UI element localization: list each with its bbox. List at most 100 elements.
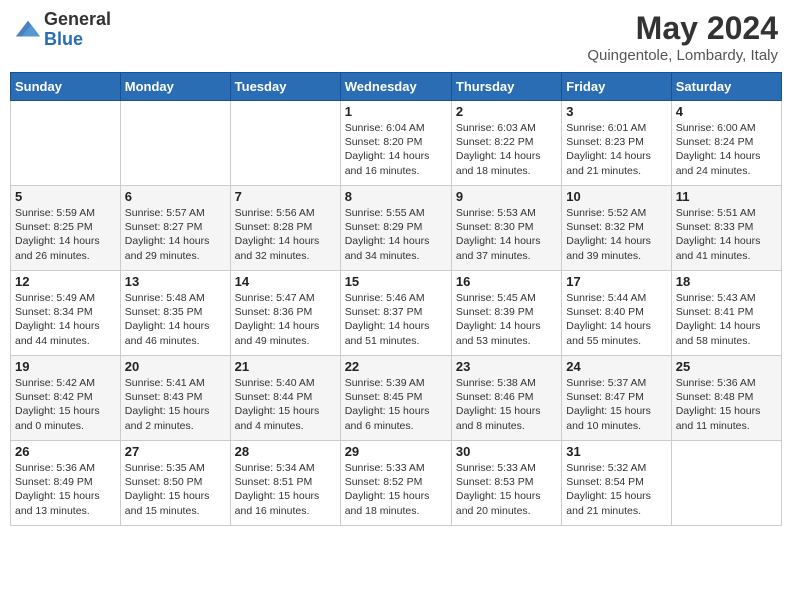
day-number: 21: [235, 359, 336, 374]
day-number: 22: [345, 359, 447, 374]
day-detail: Sunrise: 6:04 AM Sunset: 8:20 PM Dayligh…: [345, 121, 447, 178]
day-number: 23: [456, 359, 557, 374]
day-detail: Sunrise: 6:03 AM Sunset: 8:22 PM Dayligh…: [456, 121, 557, 178]
weekday-header-wednesday: Wednesday: [340, 73, 451, 101]
day-detail: Sunrise: 5:44 AM Sunset: 8:40 PM Dayligh…: [566, 291, 666, 348]
calendar-cell: 16 Sunrise: 5:45 AM Sunset: 8:39 PM Dayli…: [451, 271, 561, 356]
calendar-table: SundayMondayTuesdayWednesdayThursdayFrid…: [10, 72, 782, 526]
month-year: May 2024: [587, 10, 778, 47]
week-row-1: 1 Sunrise: 6:04 AM Sunset: 8:20 PM Daylig…: [11, 101, 782, 186]
week-row-5: 26 Sunrise: 5:36 AM Sunset: 8:49 PM Dayli…: [11, 441, 782, 526]
day-detail: Sunrise: 5:33 AM Sunset: 8:53 PM Dayligh…: [456, 461, 557, 518]
day-number: 19: [15, 359, 116, 374]
day-number: 31: [566, 444, 666, 459]
day-detail: Sunrise: 5:34 AM Sunset: 8:51 PM Dayligh…: [235, 461, 336, 518]
day-number: 29: [345, 444, 447, 459]
day-number: 30: [456, 444, 557, 459]
day-detail: Sunrise: 5:49 AM Sunset: 8:34 PM Dayligh…: [15, 291, 116, 348]
day-number: 17: [566, 274, 666, 289]
day-number: 12: [15, 274, 116, 289]
weekday-header-row: SundayMondayTuesdayWednesdayThursdayFrid…: [11, 73, 782, 101]
calendar-cell: 11Sunrise: 5:51 AM Sunset: 8:33 PM Dayli…: [671, 186, 781, 271]
day-number: 10: [566, 189, 666, 204]
calendar-cell: 19 Sunrise: 5:42 AM Sunset: 8:42 PM Dayli…: [11, 356, 121, 441]
day-number: 25: [676, 359, 777, 374]
calendar-cell: 17 Sunrise: 5:44 AM Sunset: 8:40 PM Dayli…: [562, 271, 671, 356]
day-detail: Sunrise: 5:56 AM Sunset: 8:28 PM Dayligh…: [235, 206, 336, 263]
calendar-cell: 23 Sunrise: 5:38 AM Sunset: 8:46 PM Dayli…: [451, 356, 561, 441]
day-detail: Sunrise: 5:38 AM Sunset: 8:46 PM Dayligh…: [456, 376, 557, 433]
calendar-cell: 4 Sunrise: 6:00 AM Sunset: 8:24 PM Daylig…: [671, 101, 781, 186]
calendar-cell: 18 Sunrise: 5:43 AM Sunset: 8:41 PM Dayli…: [671, 271, 781, 356]
day-number: 20: [125, 359, 226, 374]
day-detail: Sunrise: 6:00 AM Sunset: 8:24 PM Dayligh…: [676, 121, 777, 178]
day-detail: Sunrise: 5:52 AM Sunset: 8:32 PM Dayligh…: [566, 206, 666, 263]
day-number: 2: [456, 104, 557, 119]
day-detail: Sunrise: 5:42 AM Sunset: 8:42 PM Dayligh…: [15, 376, 116, 433]
logo-icon: [14, 16, 42, 44]
day-number: 15: [345, 274, 447, 289]
day-number: 3: [566, 104, 666, 119]
day-number: 8: [345, 189, 447, 204]
calendar-cell: [120, 101, 230, 186]
day-detail: Sunrise: 5:53 AM Sunset: 8:30 PM Dayligh…: [456, 206, 557, 263]
day-detail: Sunrise: 5:45 AM Sunset: 8:39 PM Dayligh…: [456, 291, 557, 348]
calendar-cell: [671, 441, 781, 526]
calendar-cell: 1 Sunrise: 6:04 AM Sunset: 8:20 PM Daylig…: [340, 101, 451, 186]
day-detail: Sunrise: 5:57 AM Sunset: 8:27 PM Dayligh…: [125, 206, 226, 263]
weekday-header-monday: Monday: [120, 73, 230, 101]
weekday-header-sunday: Sunday: [11, 73, 121, 101]
calendar-cell: 9Sunrise: 5:53 AM Sunset: 8:30 PM Daylig…: [451, 186, 561, 271]
day-number: 6: [125, 189, 226, 204]
calendar-cell: [11, 101, 121, 186]
weekday-header-friday: Friday: [562, 73, 671, 101]
day-detail: Sunrise: 5:32 AM Sunset: 8:54 PM Dayligh…: [566, 461, 666, 518]
day-number: 18: [676, 274, 777, 289]
logo-blue: Blue: [44, 30, 111, 50]
calendar-cell: 24Sunrise: 5:37 AM Sunset: 8:47 PM Dayli…: [562, 356, 671, 441]
day-detail: Sunrise: 5:37 AM Sunset: 8:47 PM Dayligh…: [566, 376, 666, 433]
day-detail: Sunrise: 5:43 AM Sunset: 8:41 PM Dayligh…: [676, 291, 777, 348]
day-number: 4: [676, 104, 777, 119]
calendar-cell: 29 Sunrise: 5:33 AM Sunset: 8:52 PM Dayli…: [340, 441, 451, 526]
week-row-4: 19 Sunrise: 5:42 AM Sunset: 8:42 PM Dayli…: [11, 356, 782, 441]
day-detail: Sunrise: 5:33 AM Sunset: 8:52 PM Dayligh…: [345, 461, 447, 518]
day-detail: Sunrise: 5:55 AM Sunset: 8:29 PM Dayligh…: [345, 206, 447, 263]
day-detail: Sunrise: 5:39 AM Sunset: 8:45 PM Dayligh…: [345, 376, 447, 433]
day-number: 27: [125, 444, 226, 459]
day-number: 16: [456, 274, 557, 289]
weekday-header-thursday: Thursday: [451, 73, 561, 101]
day-detail: Sunrise: 6:01 AM Sunset: 8:23 PM Dayligh…: [566, 121, 666, 178]
calendar-cell: 8 Sunrise: 5:55 AM Sunset: 8:29 PM Daylig…: [340, 186, 451, 271]
logo: General Blue: [14, 10, 111, 50]
day-number: 7: [235, 189, 336, 204]
calendar-cell: 20 Sunrise: 5:41 AM Sunset: 8:43 PM Dayli…: [120, 356, 230, 441]
calendar-cell: 22 Sunrise: 5:39 AM Sunset: 8:45 PM Dayli…: [340, 356, 451, 441]
calendar-cell: 27Sunrise: 5:35 AM Sunset: 8:50 PM Dayli…: [120, 441, 230, 526]
day-detail: Sunrise: 5:41 AM Sunset: 8:43 PM Dayligh…: [125, 376, 226, 433]
weekday-header-saturday: Saturday: [671, 73, 781, 101]
day-detail: Sunrise: 5:48 AM Sunset: 8:35 PM Dayligh…: [125, 291, 226, 348]
day-detail: Sunrise: 5:40 AM Sunset: 8:44 PM Dayligh…: [235, 376, 336, 433]
day-number: 5: [15, 189, 116, 204]
day-number: 1: [345, 104, 447, 119]
calendar-cell: 5 Sunrise: 5:59 AM Sunset: 8:25 PM Daylig…: [11, 186, 121, 271]
logo-general: General: [44, 10, 111, 30]
calendar-cell: 28Sunrise: 5:34 AM Sunset: 8:51 PM Dayli…: [230, 441, 340, 526]
day-number: 26: [15, 444, 116, 459]
day-detail: Sunrise: 5:47 AM Sunset: 8:36 PM Dayligh…: [235, 291, 336, 348]
calendar-cell: 26 Sunrise: 5:36 AM Sunset: 8:49 PM Dayli…: [11, 441, 121, 526]
day-detail: Sunrise: 5:59 AM Sunset: 8:25 PM Dayligh…: [15, 206, 116, 263]
calendar-cell: [230, 101, 340, 186]
calendar-cell: 15Sunrise: 5:46 AM Sunset: 8:37 PM Dayli…: [340, 271, 451, 356]
calendar-cell: 14 Sunrise: 5:47 AM Sunset: 8:36 PM Dayli…: [230, 271, 340, 356]
calendar-cell: 25Sunrise: 5:36 AM Sunset: 8:48 PM Dayli…: [671, 356, 781, 441]
logo-text: General Blue: [44, 10, 111, 50]
calendar-cell: 10 Sunrise: 5:52 AM Sunset: 8:32 PM Dayli…: [562, 186, 671, 271]
day-number: 11: [676, 189, 777, 204]
calendar-cell: 13Sunrise: 5:48 AM Sunset: 8:35 PM Dayli…: [120, 271, 230, 356]
calendar-cell: 21 Sunrise: 5:40 AM Sunset: 8:44 PM Dayli…: [230, 356, 340, 441]
calendar-cell: 31 Sunrise: 5:32 AM Sunset: 8:54 PM Dayli…: [562, 441, 671, 526]
day-detail: Sunrise: 5:36 AM Sunset: 8:49 PM Dayligh…: [15, 461, 116, 518]
day-number: 14: [235, 274, 336, 289]
